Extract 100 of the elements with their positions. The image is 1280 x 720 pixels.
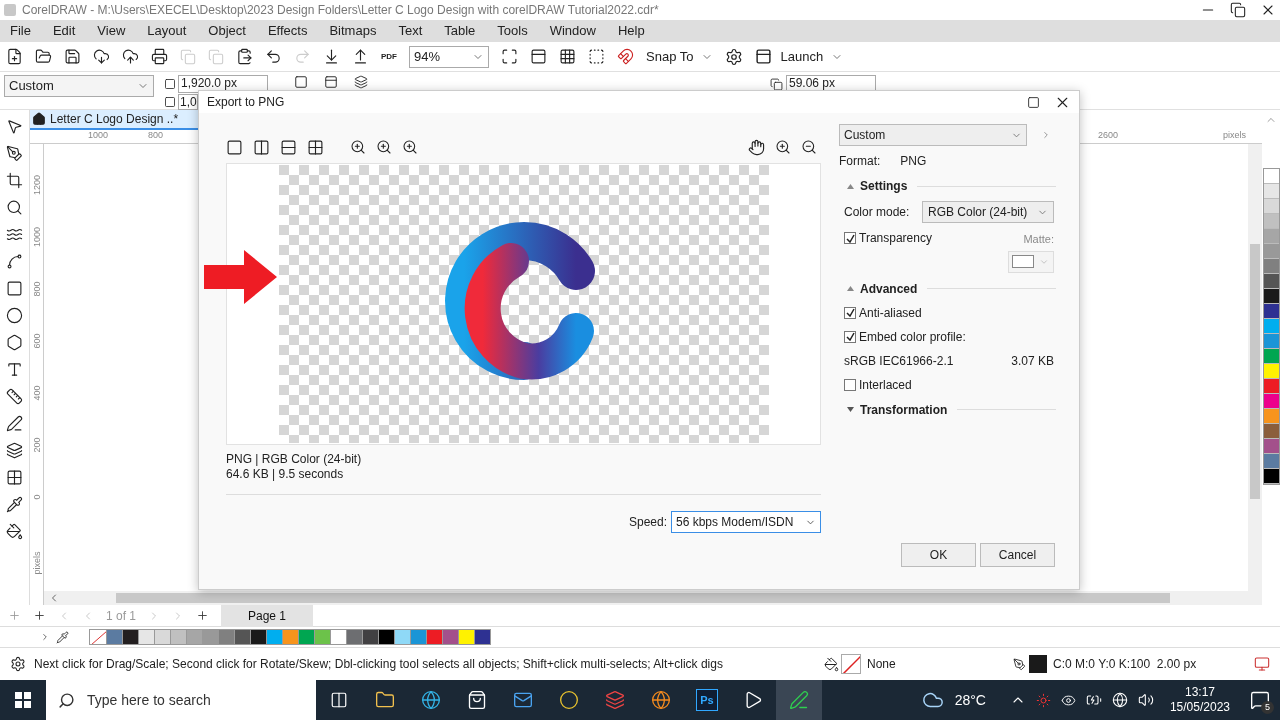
polygon-tool-icon[interactable] [6,334,23,351]
folder-icon[interactable] [375,690,395,710]
palette-swatch[interactable] [155,629,171,645]
palette-swatch[interactable] [1263,454,1279,469]
fill-tool-icon[interactable] [6,523,23,540]
scrollbar-thumb[interactable] [1250,244,1260,499]
grid-icon[interactable] [559,48,576,65]
no-color-swatch[interactable] [89,629,107,645]
matte-color-picker[interactable] [1008,250,1054,273]
cloud-download-icon[interactable] [93,48,110,65]
palette-swatch[interactable] [1263,199,1279,214]
palette-swatch[interactable] [1263,319,1279,334]
page-tab[interactable]: Page 1 [221,604,314,627]
palette-swatch[interactable] [1263,214,1279,229]
section-title[interactable]: Transformation [860,400,948,419]
settings-icon[interactable] [725,47,744,66]
vertical-scrollbar[interactable] [1248,144,1262,591]
expand-icon[interactable] [40,632,50,642]
checkbox-label[interactable]: Embed color profile: [859,327,966,346]
zoom-tool-icon[interactable] [6,199,23,216]
eyedropper-icon[interactable] [56,630,69,644]
app-icon[interactable] [605,690,625,710]
palette-swatch[interactable] [1263,424,1279,439]
checkbox-label[interactable]: Transparency [859,229,932,247]
expand-toggle-icon[interactable] [847,286,854,291]
zoom-in-icon[interactable] [775,139,791,155]
palette-swatch[interactable] [427,629,443,645]
checkbox[interactable] [844,232,856,244]
bezier-tool-icon[interactable] [6,253,23,270]
dialog-button[interactable]: Cancel [980,543,1055,567]
palette-swatch[interactable] [443,629,459,645]
checkbox[interactable] [844,306,856,319]
pointer-tool-icon[interactable] [6,118,23,135]
pen-icon[interactable] [789,690,809,710]
palette-swatch[interactable] [1263,184,1279,199]
palette-swatch[interactable] [1263,289,1279,304]
section-header[interactable]: Settings [839,177,1056,195]
tray-app-icon[interactable] [1035,692,1051,708]
display-icon[interactable] [1254,656,1270,672]
palette-swatch[interactable] [459,629,475,645]
menu-item[interactable]: Edit [52,21,76,41]
export-icon[interactable] [352,48,369,65]
menu-item[interactable]: Tools [497,21,528,41]
palette-swatch[interactable] [1263,409,1279,424]
palette-swatch[interactable] [1263,334,1279,349]
section-header[interactable]: Transformation [839,400,1056,419]
snap-to-button[interactable]: Snap To [646,46,714,67]
print-icon[interactable] [151,48,168,65]
palette-swatch[interactable] [331,629,347,645]
clock-date[interactable]: 15/05/2023 [1169,700,1230,715]
menu-item[interactable]: Window [549,21,596,41]
snap-off-icon[interactable] [617,48,634,65]
panel-icon[interactable] [755,48,773,65]
split-vertical-icon[interactable] [253,138,270,156]
volume-icon[interactable] [1137,692,1154,708]
portrait-icon[interactable] [294,75,308,89]
folder-icon[interactable] [35,48,52,65]
palette-swatch[interactable] [1263,394,1279,409]
menu-item[interactable]: Bitmaps [329,21,377,41]
palette-swatch[interactable] [203,629,219,645]
quad-view-icon[interactable] [307,138,324,156]
clock-time[interactable]: 13:17 [1184,685,1215,700]
palette-swatch[interactable] [363,629,379,645]
palette-swatch[interactable] [1263,304,1279,319]
menu-item[interactable]: Help [617,21,645,41]
pan-tool-icon[interactable] [748,138,765,156]
palette-swatch[interactable] [283,629,299,645]
rectangle-tool-icon[interactable] [6,280,23,297]
shape-tool-icon[interactable] [6,145,23,162]
zoom-level-dropdown[interactable]: 94% [409,45,489,68]
zoom-out-icon[interactable] [801,139,817,155]
palette-swatch[interactable] [1263,364,1279,379]
palette-swatch[interactable] [1263,379,1279,394]
import-icon[interactable] [323,48,340,65]
text-tool-icon[interactable] [6,361,23,378]
store-icon[interactable] [467,690,487,710]
undo-icon[interactable] [265,48,282,65]
palette-swatch[interactable] [219,629,235,645]
palette-swatch[interactable] [395,629,411,645]
menu-item[interactable]: File [10,21,31,41]
zoom-fit-icon[interactable] [350,139,366,155]
preset-dropdown[interactable]: Custom [839,124,1027,146]
settings-icon[interactable] [10,656,26,672]
menu-item[interactable]: Effects [267,21,308,41]
battery-icon[interactable] [1085,692,1102,708]
palette-swatch[interactable] [411,629,427,645]
zoom-actual-icon[interactable] [402,139,418,155]
checkbox-label[interactable]: Interlaced [859,375,912,394]
palette-swatch[interactable] [347,629,363,645]
color-mode-dropdown[interactable]: RGB Color (24-bit) [922,201,1054,223]
add-page-icon[interactable] [196,609,210,622]
palette-swatch[interactable] [315,629,331,645]
paste-icon[interactable] [236,48,253,65]
palette-swatch[interactable] [1263,229,1279,244]
palette-swatch[interactable] [251,629,267,645]
section-header[interactable]: Advanced [839,279,1056,298]
menu-item[interactable]: Text [398,21,423,41]
zoom-selection-icon[interactable] [376,139,392,155]
photoshop-icon[interactable]: Ps [696,689,718,711]
palette-swatch[interactable] [107,629,123,645]
